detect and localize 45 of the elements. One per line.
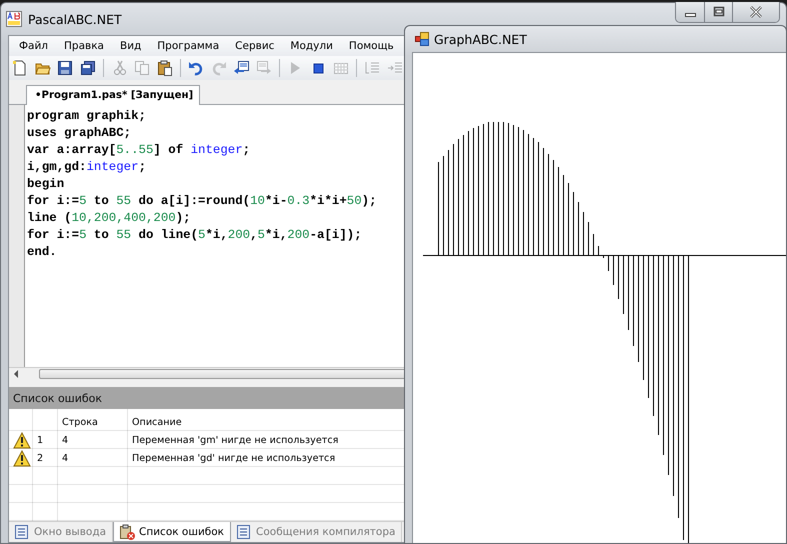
warning-icon [13, 450, 31, 466]
menu-item[interactable]: Вид [114, 40, 148, 52]
clipboard-error-icon [119, 524, 136, 540]
column-header: Описание [132, 416, 182, 428]
code-line: i,gm,gd:integer; [27, 159, 146, 176]
panel-tab[interactable]: Список ошибок [113, 522, 232, 542]
scrollbar-thumb[interactable] [39, 369, 406, 379]
code-line: uses graphABC; [27, 125, 132, 142]
code-line: for i:=5 to 55 do a[i]:=round(10*i-0.3*i*i+50); [27, 193, 377, 210]
code-line: begin [27, 176, 64, 193]
table-cell: 4 [62, 452, 68, 464]
menu-item[interactable]: Сервис [229, 40, 280, 52]
window-title: GraphABC.NET [434, 32, 527, 46]
menu-item[interactable]: Файл [13, 40, 54, 52]
menu-item[interactable]: Программа [151, 40, 226, 52]
close-button[interactable] [733, 2, 779, 22]
panel-title: Список ошибок [9, 387, 406, 409]
maximize-icon [712, 6, 726, 18]
editor-tab[interactable]: •Program1.pas* [Запущен] [26, 85, 200, 105]
table-cell: Переменная 'gm' нигде не используется [132, 434, 338, 446]
code-line: program graphik; [27, 108, 146, 125]
maximize-button[interactable] [705, 2, 733, 22]
close-icon [749, 6, 763, 18]
app-logo-icon [6, 11, 22, 27]
app-logo-icon [415, 32, 429, 46]
code-line: var a:array[5..55] of integer; [27, 142, 250, 159]
code-line: end. [27, 244, 57, 261]
table-cell: 2 [37, 452, 44, 464]
code-editor[interactable] [9, 105, 406, 367]
scroll-left-icon[interactable] [13, 370, 19, 378]
window-title: PascalABC.NET [28, 12, 122, 26]
warning-icon [13, 432, 31, 448]
table-cell: 4 [62, 434, 68, 446]
panel-tab[interactable]: Сообщения компилятора [231, 522, 402, 542]
minimize-icon [684, 13, 696, 17]
table-cell: Переменная 'gd' нигде не используется [132, 452, 336, 464]
code-line: line (10,200,400,200); [27, 210, 191, 227]
menu-item[interactable]: Помощь [342, 40, 400, 52]
code-line: for i:=5 to 55 do line(5*i,200,5*i,200-a[i]); [27, 227, 362, 244]
menu-item[interactable]: Правка [58, 40, 110, 52]
minimize-button[interactable] [676, 2, 705, 22]
table-cell: 1 [37, 434, 44, 446]
panel-tab[interactable]: Окно вывода [9, 522, 114, 542]
column-header: Строка [62, 416, 98, 428]
menu-item[interactable]: Модули [284, 40, 339, 52]
